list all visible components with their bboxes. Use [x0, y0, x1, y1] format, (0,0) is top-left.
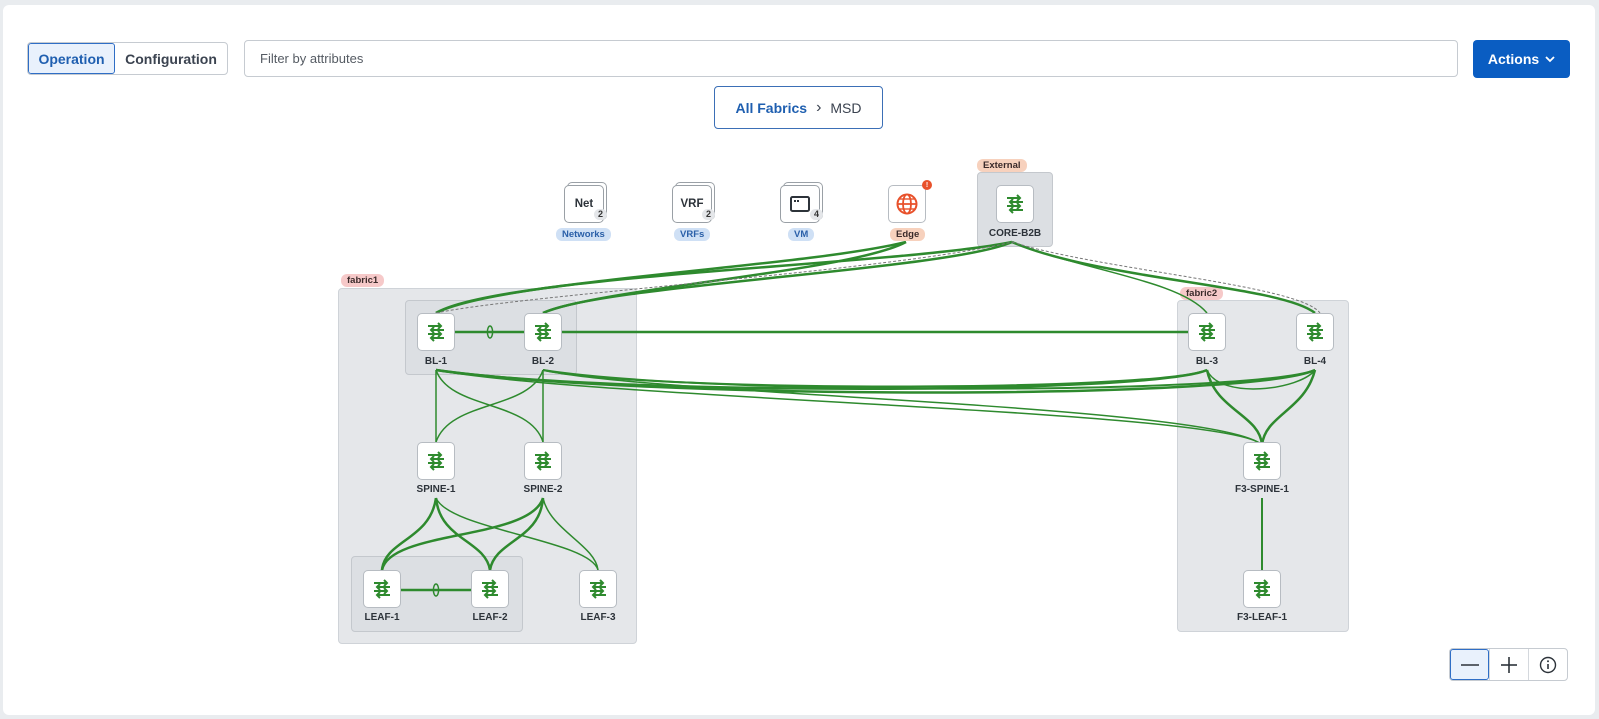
leaf-3-label: LEAF-3 — [580, 612, 616, 623]
switch-arrows-icon — [535, 451, 551, 471]
leaf-2-node[interactable] — [471, 570, 509, 608]
vm-label: VM — [788, 228, 815, 241]
bl-4-node[interactable] — [1296, 313, 1334, 351]
bl-2-node[interactable] — [524, 313, 562, 351]
vrfs-count: 2 — [701, 209, 715, 220]
f3-leaf-1-node[interactable] — [1243, 570, 1281, 608]
spine-2-label: SPINE-2 — [523, 484, 563, 495]
switch-arrows-icon — [1307, 322, 1323, 342]
leaf-2-label: LEAF-2 — [472, 612, 508, 623]
bl-1-node[interactable] — [417, 313, 455, 351]
globe-icon — [896, 193, 918, 215]
f3-spine-1-node[interactable] — [1243, 442, 1281, 480]
edge-node[interactable]: ! — [888, 180, 932, 223]
vrfs-node[interactable]: VRF 2 — [672, 185, 715, 223]
vm-node[interactable]: 4 — [780, 185, 823, 223]
f3-spine-1-label: F3-SPINE-1 — [1235, 484, 1289, 495]
info-button[interactable] — [1528, 649, 1567, 680]
bl-2-label: BL-2 — [531, 356, 555, 367]
leaf-3-node[interactable] — [579, 570, 617, 608]
networks-code: Net — [574, 198, 594, 210]
f3-leaf-1-label: F3-LEAF-1 — [1237, 612, 1287, 623]
vrfs-code: VRF — [680, 198, 704, 210]
switch-arrows-icon — [1254, 579, 1270, 599]
bl-4-label: BL-4 — [1303, 356, 1327, 367]
switch-arrows-icon — [482, 579, 498, 599]
switch-arrows-icon — [374, 579, 390, 599]
edge-label: Edge — [890, 228, 926, 241]
core-b2b-node[interactable] — [996, 185, 1034, 223]
switch-arrows-icon — [428, 451, 444, 471]
zoom-out-button[interactable] — [1450, 649, 1489, 680]
switch-arrows-icon — [428, 322, 444, 342]
zoom-in-button[interactable] — [1489, 649, 1528, 680]
spine-2-node[interactable] — [524, 442, 562, 480]
zoom-controls — [1449, 648, 1568, 681]
alert-badge: ! — [922, 180, 932, 190]
vm-count: 4 — [809, 209, 823, 220]
minus-icon — [1460, 663, 1479, 666]
bl-3-label: BL-3 — [1195, 356, 1219, 367]
vrfs-label: VRFs — [674, 228, 711, 241]
spine-1-node[interactable] — [417, 442, 455, 480]
spine-1-label: SPINE-1 — [416, 484, 456, 495]
leaf-1-label: LEAF-1 — [364, 612, 400, 623]
switch-arrows-icon — [590, 579, 606, 599]
window-icon — [790, 196, 810, 212]
networks-count: 2 — [593, 209, 607, 220]
switch-arrows-icon — [1254, 451, 1270, 471]
switch-arrows-icon — [535, 322, 551, 342]
switch-arrows-icon — [1007, 194, 1023, 214]
plus-icon — [1501, 656, 1517, 673]
bl-3-node[interactable] — [1188, 313, 1226, 351]
leaf-1-node[interactable] — [363, 570, 401, 608]
core-b2b-label: CORE-B2B — [988, 228, 1042, 239]
info-icon — [1539, 656, 1557, 673]
bl-1-label: BL-1 — [424, 356, 448, 367]
networks-label: Networks — [556, 228, 611, 241]
switch-arrows-icon — [1199, 322, 1215, 342]
networks-node[interactable]: Net 2 — [564, 185, 607, 223]
